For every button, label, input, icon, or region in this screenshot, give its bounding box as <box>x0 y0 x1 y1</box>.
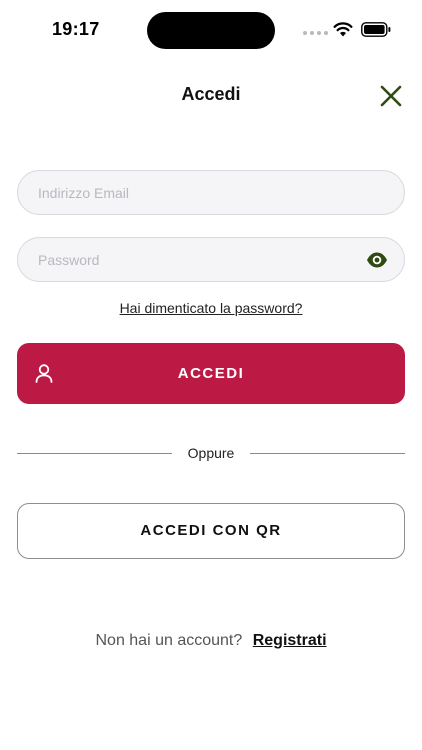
register-prompt: Non hai un account? <box>95 632 243 649</box>
close-icon <box>380 85 402 107</box>
login-button-label: ACCEDI <box>177 365 245 382</box>
status-bar: 19:17 <box>0 0 422 60</box>
cellular-signal-icon <box>303 31 328 35</box>
register-link[interactable]: Registrati <box>253 632 327 649</box>
forgot-password-link[interactable]: Hai dimenticato la password? <box>120 300 303 316</box>
divider-line-left <box>17 453 172 454</box>
password-field-container <box>17 237 405 282</box>
qr-login-button[interactable]: ACCEDI CON QR <box>17 503 405 559</box>
qr-login-button-label: ACCEDI CON QR <box>140 522 282 539</box>
dynamic-island <box>147 12 275 49</box>
battery-icon <box>361 22 391 37</box>
forgot-password-row: Hai dimenticato la password? <box>0 300 422 316</box>
login-button[interactable]: ACCEDI <box>17 343 405 404</box>
status-time: 19:17 <box>52 19 100 39</box>
wifi-icon <box>333 22 353 37</box>
eye-icon[interactable] <box>366 250 388 270</box>
email-field-container <box>17 170 405 215</box>
register-row: Non hai un account? Registrati <box>0 632 422 650</box>
divider-label: Oppure <box>187 445 235 461</box>
page-title: Accedi <box>181 84 241 104</box>
close-button[interactable] <box>377 82 405 110</box>
divider-line-right <box>250 453 405 454</box>
password-field[interactable] <box>18 238 404 281</box>
email-field[interactable] <box>18 171 404 214</box>
